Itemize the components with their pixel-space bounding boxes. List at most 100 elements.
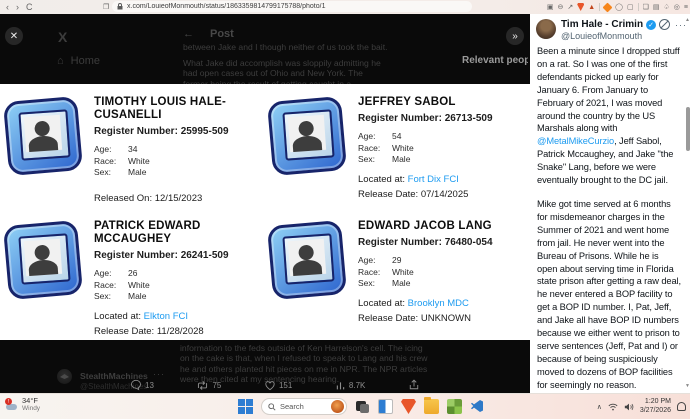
clock[interactable]: 1:20 PM 3/27/2026 <box>640 398 671 415</box>
search-icon <box>268 403 276 411</box>
inmate-photo-badge-icon <box>268 98 346 174</box>
back-icon[interactable]: ‹ <box>6 2 9 12</box>
facility-link: Brooklyn MDC <box>408 298 469 309</box>
divider <box>599 3 600 11</box>
located-at-row: Located at: Brooklyn MDC <box>358 298 493 309</box>
wifi-icon[interactable] <box>608 403 618 411</box>
scrollbar-thumb[interactable] <box>686 107 690 151</box>
extension-box-icon[interactable]: ▢ <box>627 3 634 11</box>
tweet-text: Been a minute since I dropped stuff on a… <box>537 45 681 393</box>
register-label: Register Number: <box>358 113 442 124</box>
age-row: Age:54 <box>358 131 493 143</box>
facility-link: Elkton FCI <box>144 311 188 322</box>
active-app-indicator <box>402 416 414 418</box>
settings-target-icon[interactable]: ◎ <box>674 3 680 11</box>
app-icon-window[interactable] <box>378 399 393 414</box>
share-page-icon[interactable]: ↗ <box>567 3 573 11</box>
task-view-button[interactable] <box>355 399 370 414</box>
reply-count: 13 <box>145 381 154 390</box>
dimmed-tweet-line: between Jake and I though neither of us … <box>183 42 388 52</box>
search-placeholder: Search <box>280 402 327 411</box>
tweet-photo[interactable]: TIMOTHY LOUIS HALE-CUSANELLI Register Nu… <box>0 84 530 340</box>
vscode-icon[interactable] <box>470 399 485 414</box>
engagement-bar: 13 75 151 8.7K <box>130 378 420 392</box>
zoom-out-icon[interactable]: ⊖ <box>557 3 563 11</box>
register-number: 25995-509 <box>181 126 229 137</box>
start-button[interactable] <box>238 399 253 414</box>
sex-row: Sex:Male <box>94 291 256 303</box>
race-row: Race:White <box>94 280 256 292</box>
mention-link[interactable]: @MetalMikeCurzio <box>537 136 614 146</box>
notifications-icon[interactable] <box>677 402 686 411</box>
address-bar[interactable]: x.com/LouieofMonmouth/status/18633598147… <box>112 1 472 12</box>
brave-shield-icon[interactable] <box>577 3 584 11</box>
weather-temp: 34°F <box>22 397 40 405</box>
next-photo-icon[interactable]: » <box>506 27 524 45</box>
menu-icon[interactable]: ≡ <box>684 4 688 11</box>
register-number: 26241-509 <box>181 250 229 261</box>
age-row: Age:34 <box>94 144 256 156</box>
app-icon-green[interactable] <box>447 399 462 414</box>
tweet-detail-panel: Tim Hale - Criminally ... ✓ ··· @Louieof… <box>530 14 690 393</box>
register-label: Register Number: <box>94 250 178 261</box>
avatar[interactable] <box>536 19 556 39</box>
views-count: 8.7K <box>349 381 365 390</box>
reply-button[interactable]: 13 <box>130 379 154 391</box>
photo-viewer-overlay: ✕ » X ⌂ Home ← Post between Jake and I t… <box>0 14 530 393</box>
like-button[interactable]: 151 <box>264 380 292 391</box>
reload-icon[interactable]: C <box>26 2 33 12</box>
analytics-icon <box>335 380 346 391</box>
close-icon[interactable]: ✕ <box>5 27 23 45</box>
released-on-row: Released On: 12/15/2023 <box>94 193 256 204</box>
share-button[interactable] <box>408 379 420 391</box>
like-count: 151 <box>279 381 292 390</box>
tweet-author-handle[interactable]: @LouieofMonmouth <box>561 31 642 41</box>
weather-widget[interactable]: ! 34°F Windy <box>6 397 40 413</box>
reading-list-icon[interactable]: ▤ <box>653 3 660 11</box>
file-explorer-icon[interactable] <box>424 399 439 414</box>
brave-rewards-icon[interactable]: ▲ <box>588 4 595 11</box>
share-icon <box>408 379 420 391</box>
verified-badge-icon: ✓ <box>646 20 656 30</box>
reply-icon <box>130 379 142 391</box>
scroll-up-icon[interactable]: ▲ <box>685 17 690 23</box>
divider <box>638 3 639 11</box>
browser-toolbar: ‹ › C ❐ x.com/LouieofMonmouth/status/186… <box>0 0 690 15</box>
inmate-card: EDWARD JACOB LANG Register Number: 76480… <box>268 220 528 336</box>
facility-link: Fort Dix FCI <box>408 174 459 185</box>
inmate-card: PATRICK EDWARD MCCAUGHEY Register Number… <box>4 220 264 336</box>
vscode-glyph <box>470 399 484 413</box>
leo-ai-icon[interactable]: ♤ <box>664 3 670 11</box>
bird-logo-icon <box>60 374 69 379</box>
volume-icon[interactable] <box>624 403 634 411</box>
race-row: Race:White <box>358 143 493 155</box>
metamask-extension-icon[interactable] <box>603 2 613 12</box>
scrollbar[interactable]: ▲ ▼ <box>685 14 690 393</box>
inmate-name: EDWARD JACOB LANG <box>358 220 493 233</box>
extension-circle-icon[interactable]: ◯ <box>615 3 623 11</box>
inmate-photo-badge-icon <box>268 222 346 298</box>
time-text: 1:20 PM <box>640 398 671 407</box>
brave-browser-icon[interactable] <box>401 399 416 414</box>
register-number: 26713-509 <box>445 113 493 124</box>
sidebar-icon[interactable]: ❏ <box>643 3 649 11</box>
views-button[interactable]: 8.7K <box>335 380 365 391</box>
grok-actions-icon[interactable] <box>659 19 670 30</box>
age-row: Age:29 <box>358 255 493 267</box>
taskbar: ! 34°F Windy Search ∧ <box>0 393 690 419</box>
url-text: x.com/LouieofMonmouth/status/18633598147… <box>127 3 326 10</box>
date-text: 3/27/2026 <box>640 407 671 416</box>
forward-icon[interactable]: › <box>16 2 19 12</box>
hidden-icons-chevron[interactable]: ∧ <box>597 403 602 411</box>
search-input[interactable]: Search <box>261 398 347 415</box>
inmate-card: TIMOTHY LOUIS HALE-CUSANELLI Register Nu… <box>4 96 264 212</box>
bookmark-panel-icon[interactable]: ❐ <box>103 3 109 11</box>
screen: ‹ › C ❐ x.com/LouieofMonmouth/status/186… <box>0 0 690 419</box>
scroll-down-icon[interactable]: ▼ <box>685 383 690 389</box>
repost-button[interactable]: 75 <box>196 380 221 391</box>
post-header: ← Post <box>183 28 234 40</box>
wallet-icon[interactable]: ▣ <box>547 3 554 11</box>
inmate-card: JEFFREY SABOL Register Number: 26713-509… <box>268 96 528 212</box>
tweet-author-name[interactable]: Tim Hale - Criminally ... <box>561 19 643 30</box>
search-highlight-image <box>331 400 344 413</box>
